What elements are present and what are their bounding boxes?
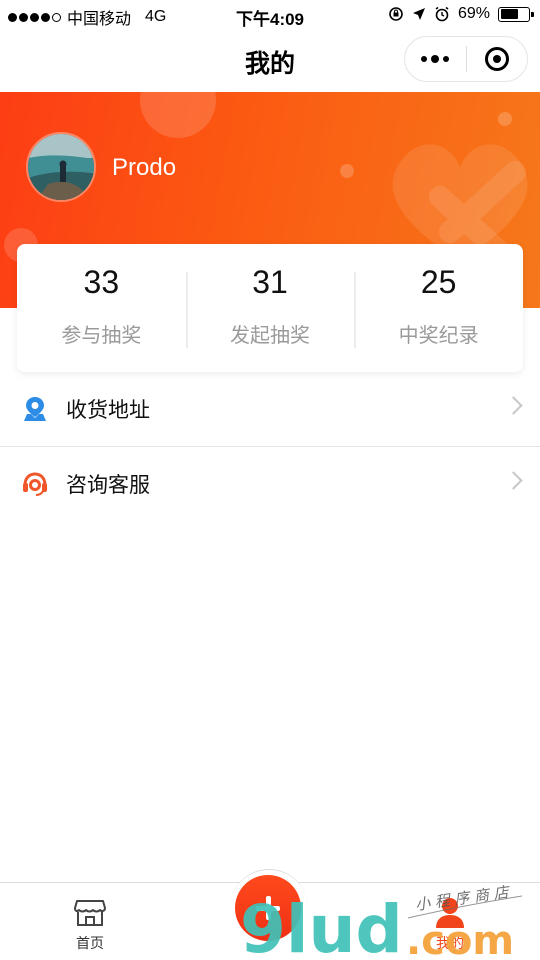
tab-bar: 首页 我的 — [0, 869, 540, 960]
create-lottery-button[interactable] — [235, 875, 301, 941]
tab-home[interactable]: 首页 — [20, 883, 160, 960]
stat-label: 中奖纪录 — [398, 325, 479, 347]
mini-program-capsule — [404, 36, 528, 82]
stat-value: 25 — [420, 264, 457, 300]
rotation-lock-icon — [389, 7, 403, 21]
close-mini-program-button[interactable] — [467, 37, 528, 81]
stat-joined-lotteries[interactable]: 33 参与抽奖 — [17, 244, 186, 372]
alarm-icon — [435, 6, 449, 22]
stat-value: 33 — [83, 264, 120, 300]
tab-mine[interactable]: 我的 — [380, 883, 520, 960]
location-arrow-icon — [412, 8, 425, 20]
stat-winning-records[interactable]: 25 中奖纪录 — [354, 244, 523, 372]
chevron-right-icon — [504, 471, 523, 490]
headset-icon — [22, 470, 48, 498]
navigation-bar: 我的 — [0, 30, 540, 92]
username: Prodo — [112, 154, 177, 181]
stat-label: 发起抽奖 — [230, 325, 310, 347]
menu-item-label: 咨询客服 — [66, 473, 150, 497]
tab-label: 我的 — [436, 935, 464, 951]
stats-card: 33 参与抽奖 31 发起抽奖 25 中奖纪录 — [17, 244, 523, 372]
user-icon — [436, 898, 464, 928]
stat-label: 参与抽奖 — [61, 325, 142, 347]
store-icon — [74, 900, 106, 926]
target-icon — [484, 47, 509, 71]
battery-fill — [500, 9, 519, 19]
location-pin-icon — [22, 395, 48, 423]
avatar-photo — [28, 134, 94, 200]
status-bar: 中国移动 4G 下午4:09 69% — [0, 0, 540, 30]
battery-icon — [498, 6, 534, 22]
tab-label: 首页 — [76, 935, 104, 951]
menu-item-customer-service[interactable]: 咨询客服 — [0, 446, 540, 520]
menu-item-label: 收货地址 — [66, 399, 150, 422]
chevron-right-icon — [504, 396, 523, 415]
stat-value: 31 — [252, 264, 288, 300]
battery-percent: 69% — [457, 5, 490, 22]
status-right: 69% — [388, 5, 534, 23]
stat-created-lotteries[interactable]: 31 发起抽奖 — [185, 244, 355, 372]
avatar[interactable] — [26, 132, 96, 202]
menu-list: 收货地址 咨询客服 — [0, 372, 540, 520]
menu-item-shipping-address[interactable]: 收货地址 — [0, 372, 540, 446]
more-options-button[interactable] — [405, 37, 466, 81]
